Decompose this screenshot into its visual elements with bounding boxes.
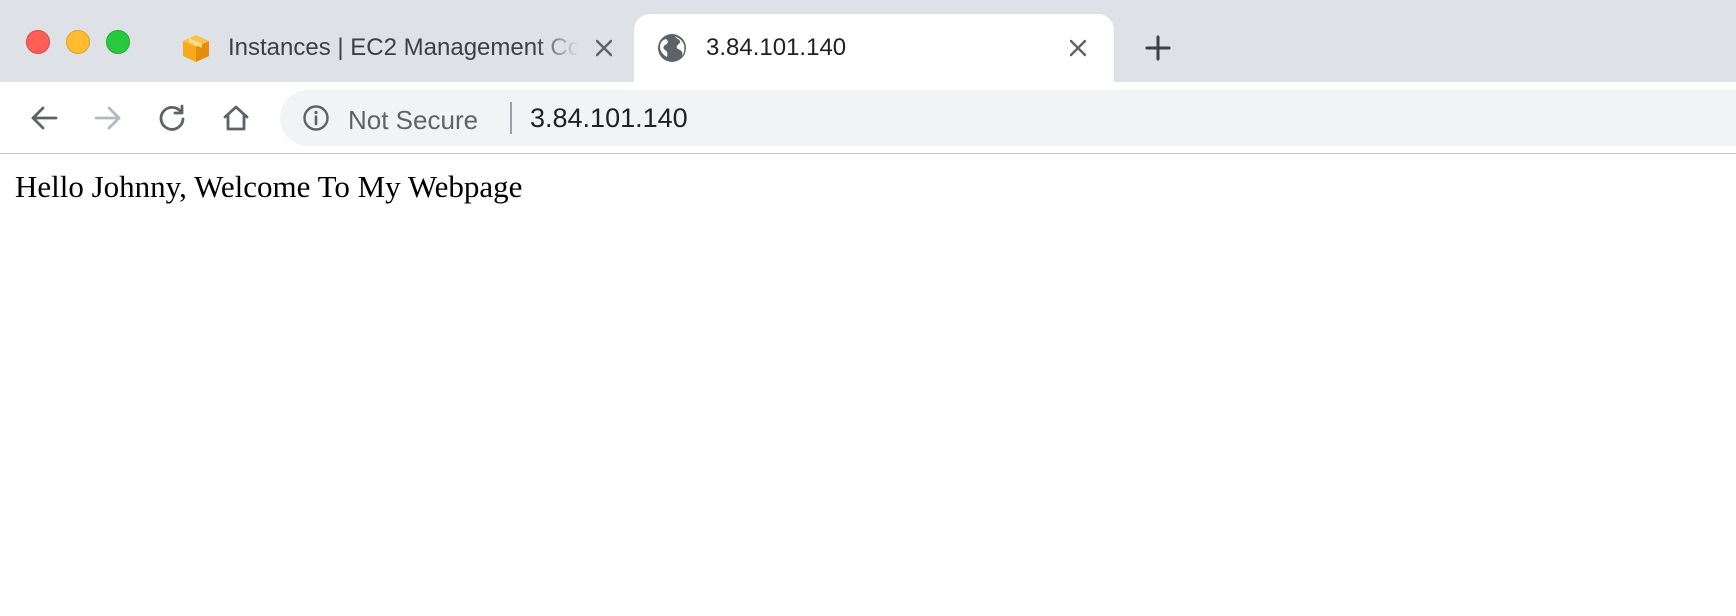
window-close-button[interactable] [26,30,50,54]
window-maximize-button[interactable] [106,30,130,54]
tab-strip: Instances | EC2 Management Console 3.84.… [0,0,1736,82]
security-status-label[interactable]: Not Secure [348,105,478,136]
info-icon[interactable] [302,104,330,132]
back-arrow-icon [29,103,59,133]
reload-button[interactable] [154,100,190,136]
forward-button[interactable] [90,100,126,136]
browser-toolbar: Not Secure 3.84.101.140 [0,82,1736,154]
omnibox-divider [510,102,512,134]
globe-icon [656,32,688,64]
close-icon[interactable] [590,34,618,62]
page-viewport: Hello Johnny, Welcome To My Webpage [0,155,1736,616]
aws-box-icon [180,32,212,64]
new-tab-button[interactable] [1142,32,1174,64]
plus-icon [1144,34,1172,62]
close-icon[interactable] [1064,34,1092,62]
tab-ec2-instances[interactable]: Instances | EC2 Management Console [162,14,632,82]
forward-arrow-icon [93,103,123,133]
tab-title: Instances | EC2 Management Console [228,34,578,61]
tab-current-page[interactable]: 3.84.101.140 [634,14,1114,82]
home-icon [221,103,251,133]
address-bar[interactable]: Not Secure 3.84.101.140 [280,90,1736,146]
url-text[interactable]: 3.84.101.140 [530,103,688,134]
back-button[interactable] [26,100,62,136]
page-body-text: Hello Johnny, Welcome To My Webpage [15,169,523,204]
tab-title: 3.84.101.140 [706,34,847,61]
home-button[interactable] [218,100,254,136]
reload-icon [157,103,187,133]
browser-window: Instances | EC2 Management Console 3.84.… [0,0,1736,616]
window-minimize-button[interactable] [66,30,90,54]
